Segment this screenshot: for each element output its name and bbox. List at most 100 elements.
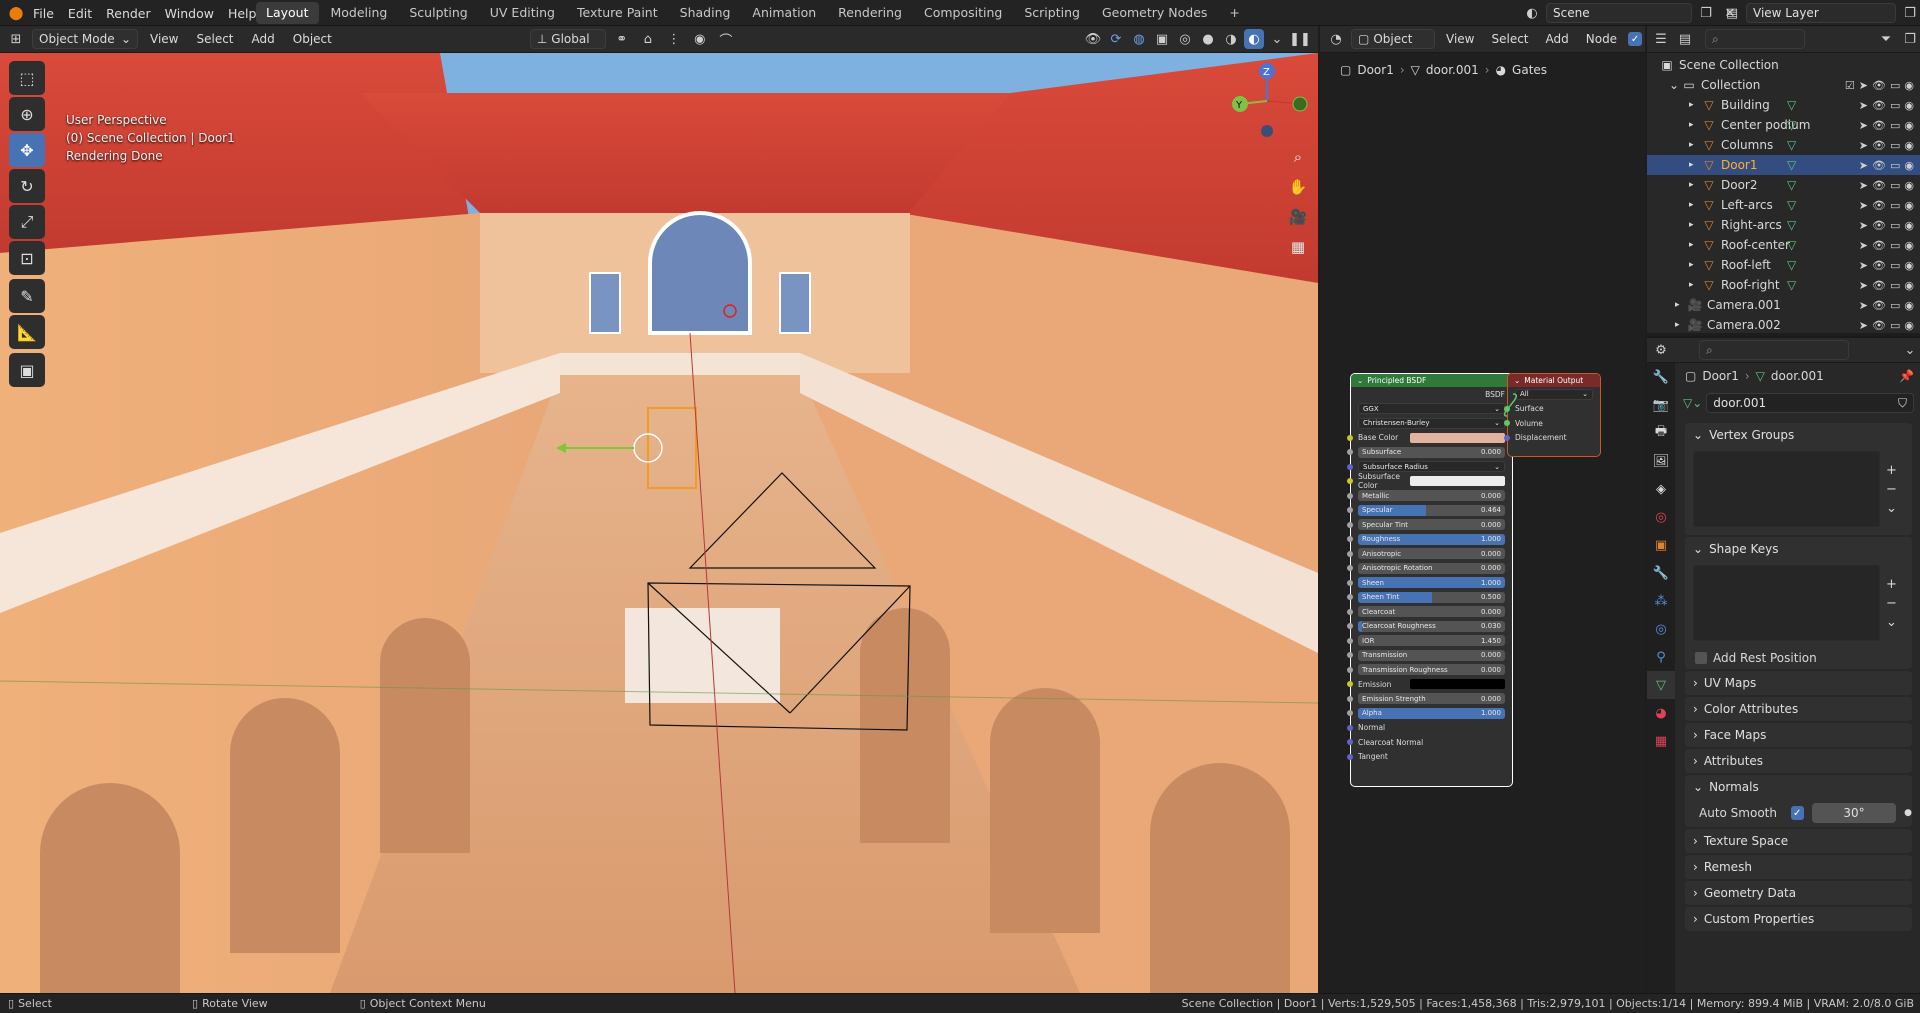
vertex-groups-header[interactable]: ⌄ Vertex Groups — [1685, 423, 1912, 447]
new-scene-icon[interactable]: ❐ — [1696, 3, 1716, 23]
node-editor[interactable]: ▢ Door1 › ▽ door.001 › ◕ Gates ⌄ Principled… — [1320, 53, 1645, 993]
shape-key-menu-icon[interactable]: ⌄ — [1886, 615, 1904, 630]
monitor-icon[interactable]: ▭ — [1890, 299, 1900, 312]
monitor-icon[interactable]: ▭ — [1890, 159, 1900, 172]
panel-header[interactable]: › Color Attributes — [1685, 697, 1912, 721]
select-arrow-icon[interactable]: ➤ — [1859, 219, 1868, 232]
expand-arrow-icon[interactable]: ▸ — [1689, 140, 1701, 150]
tab-geometry-nodes[interactable]: Geometry Nodes — [1092, 2, 1217, 24]
expand-arrow-icon[interactable]: ▸ — [1689, 160, 1701, 170]
monitor-icon[interactable]: ▭ — [1890, 79, 1900, 92]
properties-editor[interactable]: 🔧 📷 🖶 🖼 ◈ ◎ ▣ 🔧 ⁂ ◎ ⚲ ▽ ◕ ▦ ▢ Door1 › ▽ doo… — [1647, 363, 1920, 993]
input-socket[interactable] — [1347, 695, 1353, 702]
menu-add[interactable]: Add — [246, 29, 281, 49]
eye-icon[interactable]: 👁 — [1872, 299, 1886, 312]
rotate-tool[interactable]: ↻ — [9, 169, 45, 203]
outliner-item[interactable]: ▸ ▽ Columns ▽ ➤ 👁 ▭ ◉ — [1647, 135, 1920, 155]
scene-icon[interactable]: ◐ — [1522, 3, 1542, 23]
particles-tab-icon[interactable]: ⁂ — [1647, 587, 1675, 615]
outliner-item[interactable]: ▸ ▽ Building ▽ ➤ 👁 ▭ ◉ — [1647, 95, 1920, 115]
expand-arrow-icon[interactable]: ▸ — [1689, 260, 1701, 270]
add-cube-tool[interactable]: ▣ — [9, 353, 45, 387]
input-socket[interactable] — [1347, 710, 1353, 717]
eye-icon[interactable]: 👁 — [1872, 279, 1886, 292]
node-menu-select[interactable]: Select — [1485, 29, 1534, 49]
node-menu-add[interactable]: Add — [1540, 29, 1575, 49]
properties-options-icon[interactable]: ⌄ — [1900, 340, 1920, 360]
select-arrow-icon[interactable]: ➤ — [1859, 179, 1868, 192]
snap-target-icon[interactable]: ⋮ — [664, 29, 684, 49]
camera-icon[interactable]: ◉ — [1904, 139, 1914, 152]
monitor-icon[interactable]: ▭ — [1890, 219, 1900, 232]
outliner-item[interactable]: ▸ ▽ Right-arcs ▽ ➤ 👁 ▭ ◉ — [1647, 215, 1920, 235]
remove-vertex-group-icon[interactable]: − — [1886, 482, 1904, 497]
datablock-mesh-icon[interactable]: ▽⌄ — [1683, 396, 1702, 410]
fake-user-shield-icon[interactable]: ⛉ — [1898, 396, 1907, 411]
panel-header[interactable]: › Remesh — [1685, 855, 1912, 879]
3d-viewport[interactable]: User Perspective (0) Scene Collection | … — [0, 53, 1318, 993]
tool-tab-icon[interactable]: 🔧 — [1647, 363, 1675, 391]
eye-icon[interactable]: 👁 — [1872, 99, 1886, 112]
add-shape-key-icon[interactable]: + — [1886, 577, 1904, 592]
tab-layout[interactable]: Layout — [256, 2, 319, 24]
input-socket[interactable] — [1347, 753, 1353, 760]
view-layer-selector[interactable]: View Layer — [1746, 3, 1896, 23]
select-arrow-icon[interactable]: ➤ — [1859, 199, 1868, 212]
shading-solid-icon[interactable]: ● — [1198, 29, 1218, 49]
node-menu-view[interactable]: View — [1440, 29, 1480, 49]
expand-arrow-icon[interactable]: ▸ — [1689, 120, 1701, 130]
camera-icon[interactable]: ◉ — [1904, 199, 1914, 212]
visibility-icon[interactable]: 👁 — [1083, 29, 1103, 49]
camera-icon[interactable]: ◉ — [1904, 319, 1914, 332]
shading-material-icon[interactable]: ◑ — [1221, 29, 1241, 49]
eye-icon[interactable]: 👁 — [1872, 319, 1886, 332]
scene-collection-row[interactable]: ▣ Scene Collection — [1647, 55, 1920, 75]
outliner-item[interactable]: ▸ ▽ Center podium ▽ ➤ 👁 ▭ ◉ — [1647, 115, 1920, 135]
monitor-icon[interactable]: ▭ — [1890, 319, 1900, 332]
outliner-item[interactable]: ▸ ▽ Left-arcs ▽ ➤ 👁 ▭ ◉ — [1647, 195, 1920, 215]
output-tab-icon[interactable]: 🖶 — [1647, 419, 1675, 447]
select-arrow-icon[interactable]: ➤ — [1859, 319, 1868, 332]
camera-view-icon[interactable]: 🎥 — [1284, 203, 1312, 231]
monitor-icon[interactable]: ▭ — [1890, 239, 1900, 252]
outliner-item[interactable]: ▸ ▽ Roof-left ▽ ➤ 👁 ▭ ◉ — [1647, 255, 1920, 275]
menu-window[interactable]: Window — [158, 6, 221, 21]
menu-object[interactable]: Object — [287, 29, 338, 49]
constraints-tab-icon[interactable]: ⚲ — [1647, 643, 1675, 671]
input-socket[interactable] — [1347, 724, 1353, 731]
eye-icon[interactable]: 👁 — [1872, 159, 1886, 172]
input-socket[interactable] — [1347, 652, 1353, 659]
scale-tool[interactable]: ⤢ — [9, 205, 45, 239]
menu-view[interactable]: View — [144, 29, 184, 49]
select-arrow-icon[interactable]: ➤ — [1859, 159, 1868, 172]
monitor-icon[interactable]: ▭ — [1890, 99, 1900, 112]
camera-icon[interactable]: ◉ — [1904, 259, 1914, 272]
outliner-item[interactable]: ▸ ▽ Roof-center ▽ ➤ 👁 ▭ ◉ — [1647, 235, 1920, 255]
properties-search-input[interactable]: ⌕ — [1699, 340, 1849, 360]
select-arrow-icon[interactable]: ➤ — [1859, 259, 1868, 272]
xray-icon[interactable]: ▣ — [1152, 29, 1172, 49]
scene-tab-icon[interactable]: ◈ — [1647, 475, 1675, 503]
monitor-icon[interactable]: ▭ — [1890, 199, 1900, 212]
menu-file[interactable]: File — [26, 6, 61, 21]
properties-editor-icon[interactable]: ⚙ — [1651, 340, 1671, 360]
mode-selector[interactable]: Object Mode ⌄ — [32, 29, 138, 49]
expand-arrow-icon[interactable]: ▸ — [1675, 320, 1687, 330]
panel-header[interactable]: › Geometry Data — [1685, 881, 1912, 905]
shading-options-icon[interactable]: ⌄ — [1267, 29, 1287, 49]
cursor-tool[interactable]: ⊕ — [9, 97, 45, 131]
outliner-camera-item[interactable]: ▸ 🎥 Camera.001 ➤ 👁 ▭ ◉ — [1647, 295, 1920, 315]
monitor-icon[interactable]: ▭ — [1890, 259, 1900, 272]
outliner-camera-item[interactable]: ▸ 🎥 Camera.002 ➤ 👁 ▭ ◉ — [1647, 315, 1920, 335]
zoom-icon[interactable]: ⌕ — [1284, 143, 1312, 171]
editor-type-icon[interactable]: ⊞ — [6, 29, 26, 49]
snap-icon[interactable]: ⌂ — [638, 29, 658, 49]
outliner[interactable]: ▣ Scene Collection ⌄ ▭ Collection ☑ ➤ 👁 ▭ ◉ ▸ ▽ B… — [1647, 53, 1920, 333]
monitor-icon[interactable]: ▭ — [1890, 139, 1900, 152]
world-tab-icon[interactable]: ◎ — [1647, 503, 1675, 531]
render-tab-icon[interactable]: 📷 — [1647, 391, 1675, 419]
camera-icon[interactable]: ◉ — [1904, 159, 1914, 172]
transform-tool[interactable]: ⊡ — [9, 241, 45, 275]
shape-keys-list[interactable] — [1693, 565, 1880, 641]
eye-icon[interactable]: 👁 — [1872, 79, 1886, 92]
